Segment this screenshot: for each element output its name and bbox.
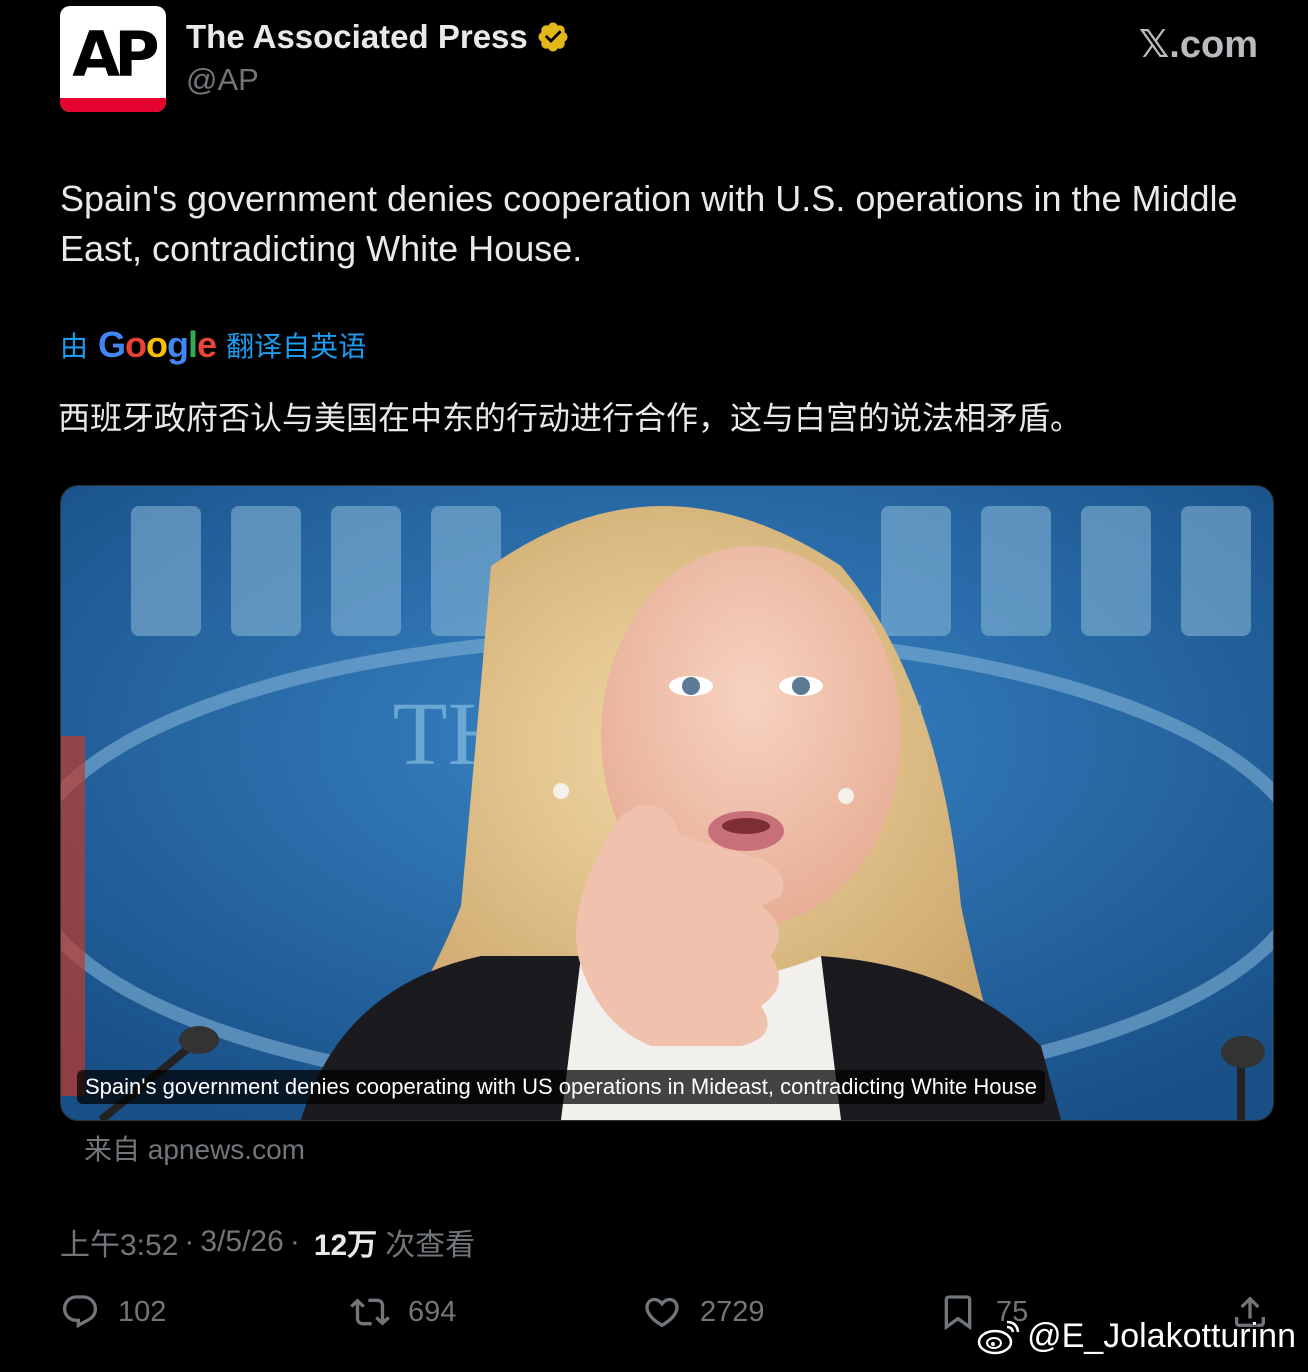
tweet-date[interactable]: 3/5/26 [200,1225,283,1259]
verified-badge-icon [538,22,568,52]
tweet-text: Spain's government denies cooperation wi… [60,178,1238,269]
meta-separator: · [289,1225,300,1258]
meta-separator: · [184,1225,195,1258]
translation-prefix: 由 [60,331,89,362]
like-count: 2729 [700,1295,765,1328]
translation-attribution[interactable]: 由 Google 翻译自英语 [60,324,366,366]
author-display-name[interactable]: The Associated Press [186,18,528,56]
translated-tweet-text: 西班牙政府否认与美国在中东的行动进行合作，这与白宫的说法相矛盾。 [58,400,1083,436]
reply-icon [62,1295,98,1329]
google-logo: Google [98,324,217,365]
ap-logo-red-bar [60,98,166,112]
repost-button[interactable]: 694 [350,1292,456,1332]
translation-suffix: 翻译自英语 [226,331,367,362]
ap-avatar[interactable]: AP [60,6,166,112]
author-name-row: The Associated Press [186,18,570,56]
card-source[interactable]: 来自 apnews.com [84,1128,305,1168]
repost-count: 694 [408,1295,457,1328]
card-caption: Spain's government denies cooperating wi… [77,1070,1045,1104]
repost-icon [350,1298,390,1326]
like-button[interactable]: 2729 [642,1292,765,1332]
tweet-time[interactable]: 上午3:52 [60,1220,178,1264]
views-label: 次查看 [385,1229,476,1262]
weibo-logo-icon [977,1320,1020,1355]
weibo-watermark: @E_Jolakotturinn [977,1316,1296,1356]
watermark-text: @E_Jolakotturinn [1027,1316,1296,1355]
link-card[interactable]: THE W OUSE Spain's government denies coo… [60,485,1274,1121]
views-count: 12万 [313,1229,378,1262]
ap-logo-text: AP [72,18,159,91]
reply-button[interactable]: 102 [60,1292,166,1332]
reply-count: 102 [118,1295,167,1328]
heart-icon [645,1297,679,1328]
x-com-logo: 𝕏.com [1138,24,1258,66]
bookmark-icon [944,1295,972,1331]
tweet-meta: 上午3:52 · 3/5/26 · 12万 次查看 [60,1220,475,1264]
card-image: THE W OUSE [61,486,1273,1120]
author-handle[interactable]: @AP [186,62,259,98]
